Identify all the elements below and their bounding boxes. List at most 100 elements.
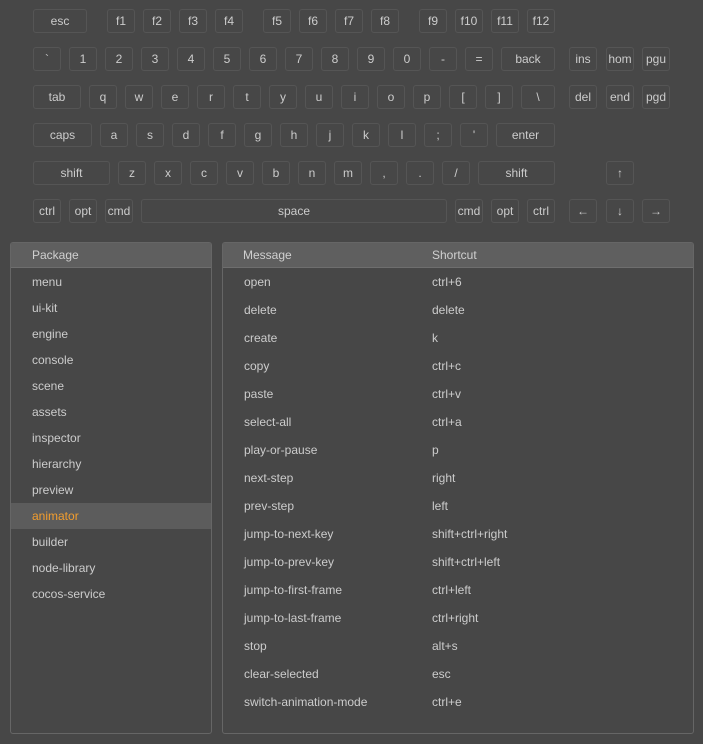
key-6[interactable]: 6: [249, 47, 277, 71]
key-ctrl[interactable]: ctrl: [527, 199, 555, 223]
package-item-hierarchy[interactable]: hierarchy: [11, 451, 211, 477]
key-opt[interactable]: opt: [69, 199, 97, 223]
key-enter[interactable]: enter: [496, 123, 555, 147]
key-w[interactable]: w: [125, 85, 153, 109]
key-j[interactable]: j: [316, 123, 344, 147]
shortcut-row[interactable]: switch-animation-mode ctrl+e: [223, 688, 693, 716]
key-f5[interactable]: f5: [263, 9, 291, 33]
key-f10[interactable]: f10: [455, 9, 483, 33]
key-h[interactable]: h: [280, 123, 308, 147]
key-n[interactable]: n: [298, 161, 326, 185]
key-7[interactable]: 7: [285, 47, 313, 71]
key-f6[interactable]: f6: [299, 9, 327, 33]
key-caps[interactable]: caps: [33, 123, 92, 147]
key-d[interactable]: d: [172, 123, 200, 147]
key-shift[interactable]: shift: [478, 161, 555, 185]
package-item-assets[interactable]: assets: [11, 399, 211, 425]
key-tab[interactable]: tab: [33, 85, 81, 109]
key-5[interactable]: 5: [213, 47, 241, 71]
key-del[interactable]: del: [569, 85, 597, 109]
shortcut-row[interactable]: jump-to-next-key shift+ctrl+right: [223, 520, 693, 548]
key-f11[interactable]: f11: [491, 9, 519, 33]
key-i[interactable]: i: [341, 85, 369, 109]
package-item-animator[interactable]: animator: [11, 503, 211, 529]
key-p[interactable]: p: [413, 85, 441, 109]
key-arrow-down[interactable]: ↓: [606, 199, 634, 223]
shortcut-keys[interactable]: ctrl+v: [432, 387, 693, 401]
key-o[interactable]: o: [377, 85, 405, 109]
key-3[interactable]: 3: [141, 47, 169, 71]
shortcut-keys[interactable]: ctrl+right: [432, 611, 693, 625]
key-f12[interactable]: f12: [527, 9, 555, 33]
key-f4[interactable]: f4: [215, 9, 243, 33]
key-f8[interactable]: f8: [371, 9, 399, 33]
key-pgu[interactable]: pgu: [642, 47, 670, 71]
key-y[interactable]: y: [269, 85, 297, 109]
key-symbol[interactable]: \: [521, 85, 555, 109]
shortcut-keys[interactable]: left: [432, 499, 693, 513]
key-f3[interactable]: f3: [179, 9, 207, 33]
shortcut-row[interactable]: open ctrl+6: [223, 268, 693, 296]
shortcut-keys[interactable]: ctrl+e: [432, 695, 693, 709]
key-back[interactable]: back: [501, 47, 555, 71]
shortcut-row[interactable]: jump-to-last-frame ctrl+right: [223, 604, 693, 632]
key-a[interactable]: a: [100, 123, 128, 147]
key-symbol[interactable]: [: [449, 85, 477, 109]
key-k[interactable]: k: [352, 123, 380, 147]
key-arrow-left[interactable]: ←: [569, 199, 597, 223]
shortcut-row[interactable]: prev-step left: [223, 492, 693, 520]
key-symbol[interactable]: /: [442, 161, 470, 185]
shortcut-row[interactable]: delete delete: [223, 296, 693, 324]
shortcut-keys[interactable]: right: [432, 471, 693, 485]
key-f9[interactable]: f9: [419, 9, 447, 33]
shortcut-keys[interactable]: ctrl+6: [432, 275, 693, 289]
key-r[interactable]: r: [197, 85, 225, 109]
key-opt[interactable]: opt: [491, 199, 519, 223]
package-item-ui-kit[interactable]: ui-kit: [11, 295, 211, 321]
shortcut-row[interactable]: jump-to-prev-key shift+ctrl+left: [223, 548, 693, 576]
key-u[interactable]: u: [305, 85, 333, 109]
key-symbol[interactable]: ;: [424, 123, 452, 147]
key-symbol[interactable]: .: [406, 161, 434, 185]
key-arrow-right[interactable]: →: [642, 199, 670, 223]
shortcut-keys[interactable]: ctrl+c: [432, 359, 693, 373]
shortcut-row[interactable]: create k: [223, 324, 693, 352]
key-l[interactable]: l: [388, 123, 416, 147]
shortcut-keys[interactable]: alt+s: [432, 639, 693, 653]
key-esc[interactable]: esc: [33, 9, 87, 33]
key-f7[interactable]: f7: [335, 9, 363, 33]
shortcut-row[interactable]: next-step right: [223, 464, 693, 492]
package-item-cocos-service[interactable]: cocos-service: [11, 581, 211, 607]
shortcut-row[interactable]: copy ctrl+c: [223, 352, 693, 380]
key-2[interactable]: 2: [105, 47, 133, 71]
shortcut-keys[interactable]: esc: [432, 667, 693, 681]
key-symbol[interactable]: ,: [370, 161, 398, 185]
key-b[interactable]: b: [262, 161, 290, 185]
key-space[interactable]: space: [141, 199, 447, 223]
shortcut-row[interactable]: select-all ctrl+a: [223, 408, 693, 436]
shortcut-row[interactable]: stop alt+s: [223, 632, 693, 660]
shortcut-row[interactable]: jump-to-first-frame ctrl+left: [223, 576, 693, 604]
package-item-inspector[interactable]: inspector: [11, 425, 211, 451]
package-item-menu[interactable]: menu: [11, 269, 211, 295]
key-end[interactable]: end: [606, 85, 634, 109]
key-m[interactable]: m: [334, 161, 362, 185]
key-9[interactable]: 9: [357, 47, 385, 71]
key-ins[interactable]: ins: [569, 47, 597, 71]
key-symbol[interactable]: -: [429, 47, 457, 71]
key-f2[interactable]: f2: [143, 9, 171, 33]
key-8[interactable]: 8: [321, 47, 349, 71]
key-symbol[interactable]: ]: [485, 85, 513, 109]
key-cmd[interactable]: cmd: [455, 199, 483, 223]
key-e[interactable]: e: [161, 85, 189, 109]
key-shift[interactable]: shift: [33, 161, 110, 185]
shortcut-keys[interactable]: delete: [432, 303, 693, 317]
shortcut-keys[interactable]: k: [432, 331, 693, 345]
shortcut-keys[interactable]: ctrl+left: [432, 583, 693, 597]
key-hom[interactable]: hom: [606, 47, 634, 71]
key-f1[interactable]: f1: [107, 9, 135, 33]
key-cmd[interactable]: cmd: [105, 199, 133, 223]
key-t[interactable]: t: [233, 85, 261, 109]
key-x[interactable]: x: [154, 161, 182, 185]
package-item-engine[interactable]: engine: [11, 321, 211, 347]
